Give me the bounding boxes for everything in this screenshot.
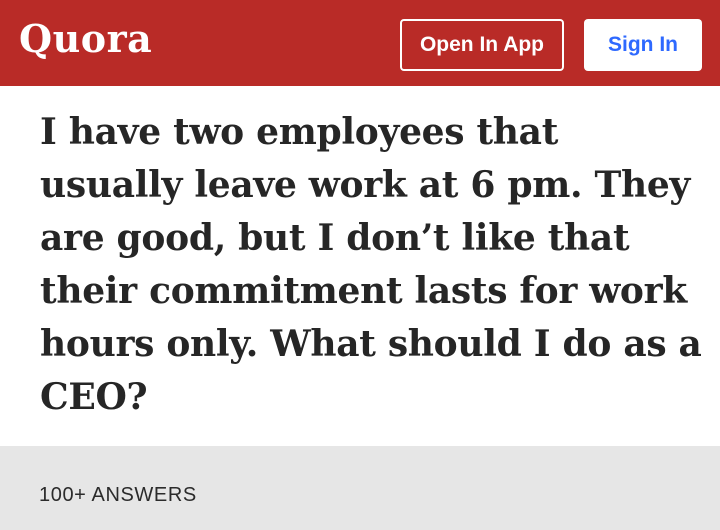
question-title: I have two employees that usually leave … bbox=[40, 111, 702, 418]
answers-count-label: 100+ ANSWERS bbox=[39, 484, 197, 506]
quora-logo[interactable]: Quora bbox=[19, 14, 152, 64]
sign-in-button[interactable]: Sign In bbox=[584, 19, 702, 71]
open-in-app-button[interactable]: Open In App bbox=[400, 19, 564, 71]
top-header-bar: Quora Open In App Sign In bbox=[0, 0, 720, 86]
